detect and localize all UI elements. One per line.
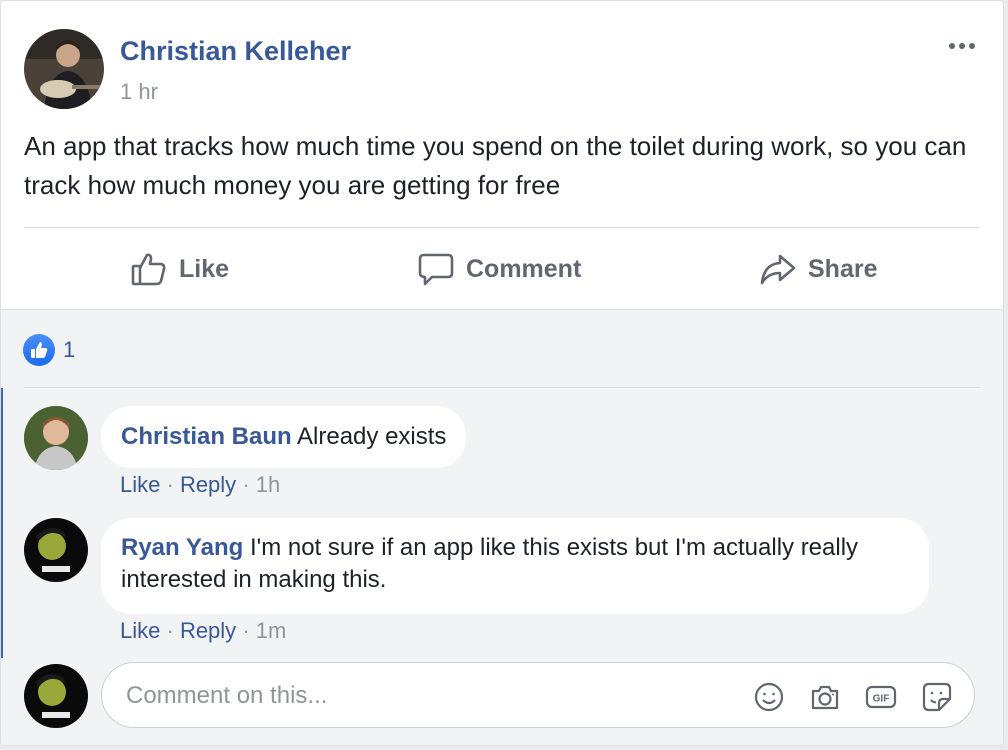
comment-like-link[interactable]: Like [120,618,160,643]
sticker-icon[interactable] [920,680,954,714]
like-button[interactable]: Like [131,229,229,309]
reaction-count: 1 [63,337,76,362]
comment-composer: GIF [101,662,975,728]
commenter-name[interactable]: Ryan Yang [121,534,243,561]
reactions-summary[interactable]: 1 [23,334,75,366]
post-header: Christian Kelleher 1 hr [1,1,1003,121]
comment-label: Comment [466,254,582,283]
comments-section: 1 Christian Baun Already exists Like · R… [1,309,1003,745]
gif-icon[interactable]: GIF [864,680,898,714]
comment-input[interactable] [124,677,728,715]
thread-indicator [1,388,3,658]
post-timestamp[interactable]: 1 hr [120,79,158,105]
comment-button[interactable]: Comment [418,229,581,309]
post-text: An app that tracks how much time you spe… [24,131,967,200]
comment-timestamp[interactable]: 1m [256,618,287,643]
comment-text: Already exists [297,423,447,450]
comment-like-link[interactable]: Like [120,472,160,497]
share-button[interactable]: Share [760,229,877,309]
comment-meta: Like · Reply · 1m [120,618,287,643]
divider [24,227,980,228]
post-actions: Like Comment Share [1,229,1003,309]
emoji-icon[interactable] [752,680,786,714]
commenter-avatar[interactable] [24,518,88,582]
comment-bubble: Ryan Yang I'm not sure if an app like th… [101,518,929,614]
like-icon [23,334,55,366]
author-name[interactable]: Christian Kelleher [120,36,351,67]
comment-icon [418,252,454,286]
svg-text:GIF: GIF [873,694,890,705]
comment-meta: Like · Reply · 1h [120,472,281,497]
current-user-avatar [24,664,88,728]
comment-bubble: Christian Baun Already exists [101,406,467,468]
like-label: Like [179,254,230,283]
more-options-icon[interactable] [945,31,979,61]
camera-icon[interactable] [808,680,842,714]
thumbs-up-icon [131,252,167,286]
author-avatar[interactable] [24,29,104,109]
share-icon [760,252,796,286]
comment-reply-link[interactable]: Reply [180,618,236,643]
commenter-name[interactable]: Christian Baun [121,423,292,450]
divider [24,387,980,388]
comment-timestamp[interactable]: 1h [256,472,280,497]
commenter-avatar[interactable] [24,406,88,470]
composer-tools: GIF [752,680,954,714]
comment-reply-link[interactable]: Reply [180,472,236,497]
share-label: Share [808,254,878,283]
post-card: Christian Kelleher 1 hr An app that trac… [0,0,1004,746]
